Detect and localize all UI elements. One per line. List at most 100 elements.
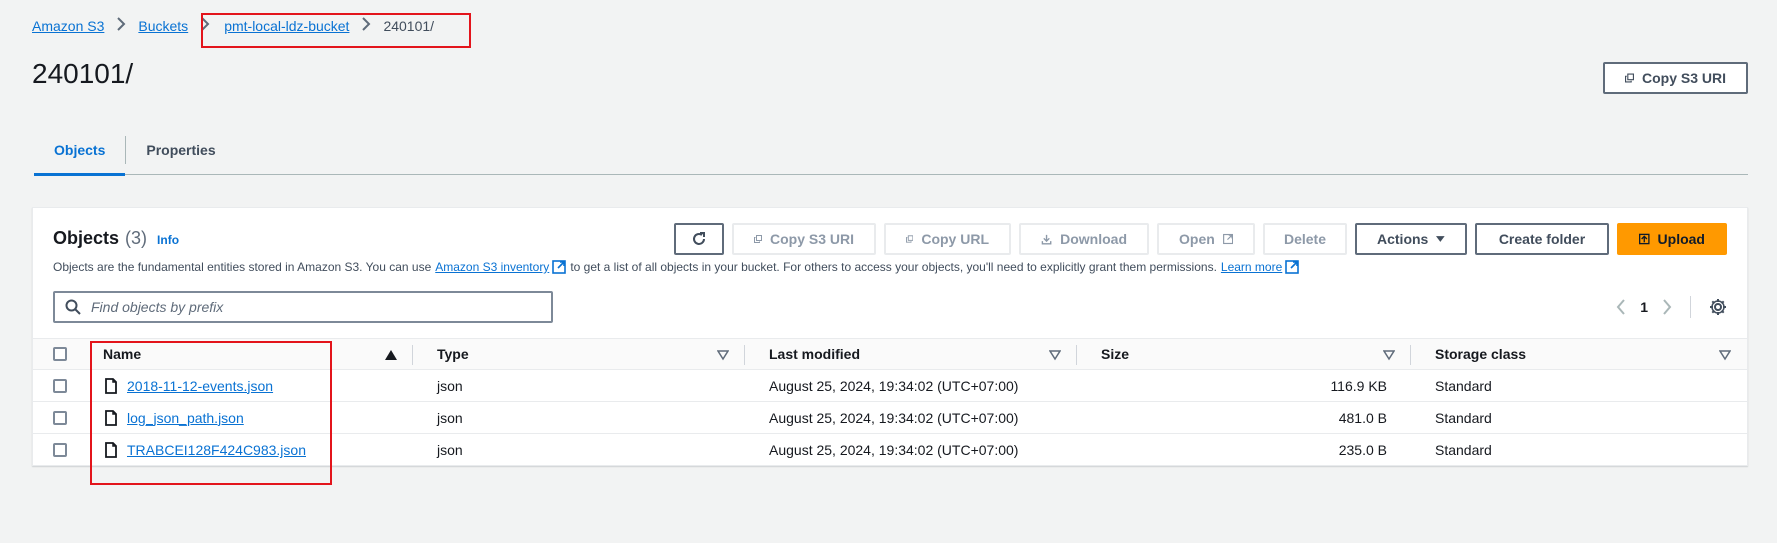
last-modified-cell: August 25, 2024, 19:34:02 (UTC+07:00) — [769, 442, 1019, 458]
copy-url-label: Copy URL — [921, 231, 989, 247]
table-header: Name Type Last modified Size Storage cla — [33, 338, 1747, 370]
copy-icon — [906, 235, 914, 243]
last-modified-cell: August 25, 2024, 19:34:02 (UTC+07:00) — [769, 409, 1019, 426]
delete-label: Delete — [1283, 231, 1327, 247]
description-text-2: to get a list of all objects in your buc… — [570, 260, 1217, 274]
panel-title: Objects — [53, 228, 120, 248]
select-all-cell — [33, 339, 93, 369]
table-row[interactable]: 2018-11-12-events.json json August 25, 2… — [33, 370, 1747, 402]
refresh-icon — [693, 232, 705, 245]
page-title: 240101/ — [32, 58, 134, 89]
tab-bar: Objects Properties — [34, 125, 1748, 176]
sort-descending-icon[interactable] — [1049, 349, 1061, 361]
copy-s3-uri-toolbar-label: Copy S3 URI — [769, 231, 854, 247]
size-cell: 116.9 KB — [1330, 377, 1387, 394]
copy-icon — [754, 235, 762, 243]
copy-s3-uri-button[interactable]: Copy S3 URI — [1603, 62, 1748, 94]
object-name-link[interactable]: TRABCEI128F424C983.json — [127, 442, 306, 458]
column-header-label: Size — [1101, 346, 1130, 362]
name-cell: 2018-11-12-events.json — [93, 370, 413, 401]
caret-down-icon — [1436, 236, 1445, 242]
sort-descending-icon[interactable] — [717, 349, 729, 361]
table-row[interactable]: log_json_path.json json August 25, 2024,… — [33, 402, 1747, 434]
row-checkbox[interactable] — [53, 378, 67, 393]
pagination: 1 — [1616, 296, 1727, 318]
copy-s3-uri-toolbar-button[interactable]: Copy S3 URI — [732, 223, 876, 255]
sort-descending-icon[interactable] — [1383, 349, 1395, 361]
storage-class-cell: Standard — [1435, 442, 1492, 458]
pager-divider — [1690, 296, 1691, 318]
chevron-right-icon[interactable] — [1662, 299, 1672, 315]
inventory-link[interactable]: Amazon S3 inventory — [435, 260, 549, 274]
name-cell: TRABCEI128F424C983.json — [93, 434, 413, 466]
file-icon — [105, 409, 117, 426]
page-number[interactable]: 1 — [1640, 299, 1648, 315]
actions-dropdown-button[interactable]: Actions — [1355, 223, 1467, 255]
type-cell: json — [437, 442, 463, 458]
upload-button[interactable]: Upload — [1617, 223, 1727, 255]
search-box[interactable] — [53, 291, 553, 323]
search-input[interactable] — [89, 298, 529, 316]
create-folder-button[interactable]: Create folder — [1475, 223, 1609, 255]
size-cell: 235.0 B — [1338, 442, 1387, 458]
actions-label: Actions — [1377, 231, 1429, 247]
size-cell: 481.0 B — [1338, 409, 1387, 426]
upload-icon — [1639, 233, 1650, 245]
copy-s3-uri-label: Copy S3 URI — [1641, 70, 1726, 86]
table-row[interactable]: TRABCEI128F424C983.json json August 25, … — [33, 434, 1747, 466]
sort-ascending-icon[interactable] — [385, 349, 397, 361]
storage-class-cell: Standard — [1435, 409, 1492, 426]
column-header-name[interactable]: Name — [93, 339, 413, 369]
column-header-last-modified[interactable]: Last modified — [745, 339, 1077, 369]
external-link-icon — [1285, 260, 1300, 274]
object-count: (3) — [125, 228, 148, 248]
chevron-left-icon[interactable] — [1616, 299, 1626, 315]
open-label: Open — [1179, 231, 1215, 247]
tab-objects[interactable]: Objects — [34, 125, 126, 176]
column-header-label: Last modified — [769, 346, 861, 362]
storage-class-cell: Standard — [1435, 377, 1492, 394]
column-header-type[interactable]: Type — [413, 339, 745, 369]
chevron-right-icon — [116, 17, 126, 34]
column-header-storage-class[interactable]: Storage class — [1411, 339, 1747, 369]
learn-more-link[interactable]: Learn more — [1221, 260, 1282, 274]
column-header-label: Name — [103, 346, 142, 362]
copy-icon — [1625, 73, 1634, 83]
breadcrumb-amazon-s3[interactable]: Amazon S3 — [32, 18, 104, 34]
column-header-size[interactable]: Size — [1077, 339, 1411, 369]
type-cell: json — [437, 409, 463, 426]
download-label: Download — [1060, 231, 1127, 247]
create-folder-label: Create folder — [1498, 231, 1586, 247]
tab-properties[interactable]: Properties — [126, 125, 235, 174]
chevron-right-icon — [200, 17, 210, 34]
objects-toolbar: Copy S3 URI Copy URL Download Open Delet… — [674, 223, 1727, 255]
copy-url-button[interactable]: Copy URL — [884, 223, 1011, 255]
breadcrumb-current: 240101/ — [383, 17, 435, 34]
delete-button[interactable]: Delete — [1263, 223, 1347, 255]
column-header-label: Storage class — [1435, 346, 1527, 362]
breadcrumb-buckets[interactable]: Buckets — [138, 18, 188, 34]
object-name-link[interactable]: 2018-11-12-events.json — [127, 378, 273, 394]
refresh-button[interactable] — [674, 223, 724, 255]
open-button[interactable]: Open — [1157, 223, 1255, 255]
name-cell: log_json_path.json — [93, 402, 413, 433]
type-cell: json — [437, 377, 463, 394]
upload-label: Upload — [1657, 231, 1705, 247]
row-checkbox[interactable] — [53, 410, 67, 425]
select-all-checkbox[interactable] — [53, 347, 67, 361]
download-button[interactable]: Download — [1019, 223, 1149, 255]
info-link[interactable]: Info — [157, 233, 179, 247]
breadcrumb-bucket[interactable]: pmt-local-ldz-bucket — [224, 18, 349, 34]
row-select-cell — [33, 434, 93, 466]
breadcrumb: Amazon S3 Buckets pmt-local-ldz-bucket 2… — [32, 17, 434, 34]
row-checkbox[interactable] — [53, 443, 67, 457]
external-link-icon — [552, 260, 567, 274]
panel-header: Objects (3) Info — [53, 228, 179, 249]
search-icon — [65, 299, 81, 315]
row-select-cell — [33, 402, 93, 433]
row-select-cell — [33, 370, 93, 401]
sort-descending-icon[interactable] — [1719, 349, 1731, 361]
settings-icon[interactable] — [1709, 298, 1727, 316]
object-name-link[interactable]: log_json_path.json — [127, 410, 244, 426]
chevron-right-icon — [361, 17, 371, 34]
